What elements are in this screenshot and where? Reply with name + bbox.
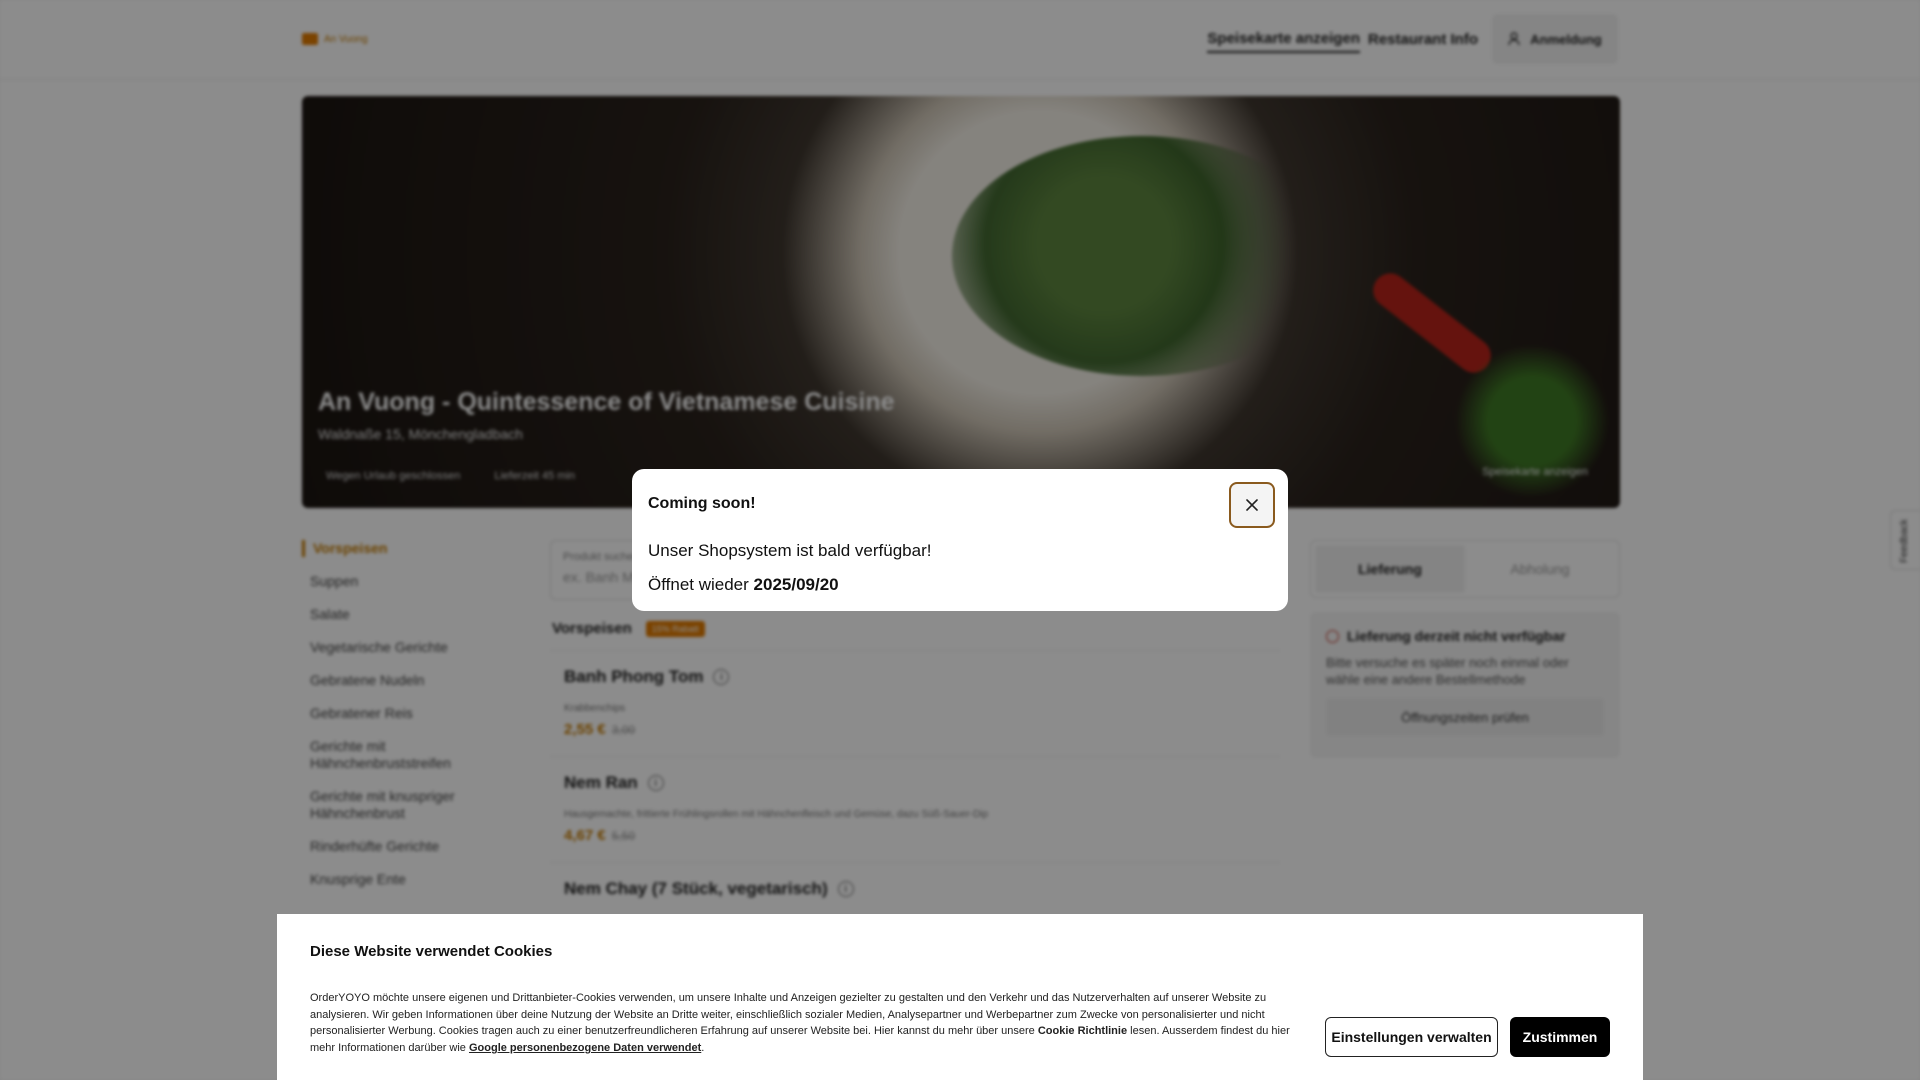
coming-soon-dialog: Coming soon! Unser Shopsystem ist bald v… [632,469,1288,611]
close-button[interactable] [1229,482,1275,528]
google-data-link[interactable]: Google personenbezogene Daten verwendet [469,1042,701,1054]
reopen-info: Öffnet wieder 2025/09/20 [648,575,839,595]
dialog-title: Coming soon! [648,495,756,512]
cookie-policy-link[interactable]: Cookie Richtlinie [1038,1025,1127,1037]
reopen-date: 2025/09/20 [753,575,839,594]
dialog-message: Unser Shopsystem ist bald verfügbar! [648,541,932,560]
accept-cookies-button[interactable]: Zustimmen [1510,1017,1610,1057]
cookie-text-end: . [701,1042,705,1055]
cookie-title: Diese Website verwendet Cookies [310,943,553,960]
cookie-banner: Diese Website verwendet Cookies OrderYOY… [277,914,1643,1080]
cookie-text: OrderYOYO möchte unsere eigenen und Drit… [310,990,1290,1057]
close-icon [1246,499,1258,511]
manage-settings-button[interactable]: Einstellungen verwalten [1325,1017,1498,1057]
reopen-prefix: Öffnet wieder [648,575,749,594]
